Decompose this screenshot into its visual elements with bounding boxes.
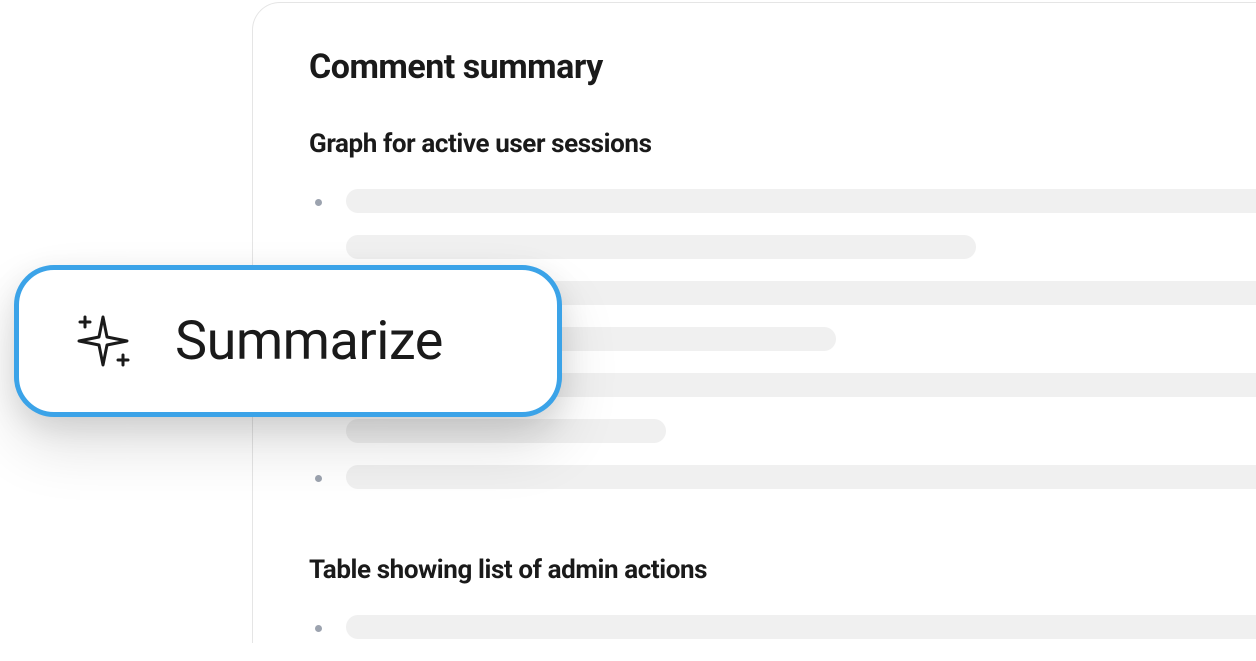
skeleton-line (346, 235, 976, 259)
sparkle-icon (71, 309, 135, 373)
section-heading-table: Table showing list of admin actions (309, 555, 1256, 585)
skeleton-line (346, 615, 1256, 639)
list-item (309, 465, 1256, 511)
bullet-icon (315, 625, 322, 632)
skeleton-line (346, 465, 1256, 489)
bullet-icon (315, 199, 322, 206)
skeleton-line (346, 419, 666, 443)
section-heading-graph: Graph for active user sessions (309, 129, 1256, 159)
page-title: Comment summary (309, 47, 1256, 87)
summarize-label: Summarize (175, 310, 443, 373)
bullet-icon (315, 475, 322, 482)
skeleton-text (346, 615, 1256, 661)
summarize-button[interactable]: Summarize (14, 265, 562, 417)
skeleton-text (346, 465, 1256, 511)
list-item (309, 615, 1256, 661)
skeleton-line (346, 189, 1256, 213)
